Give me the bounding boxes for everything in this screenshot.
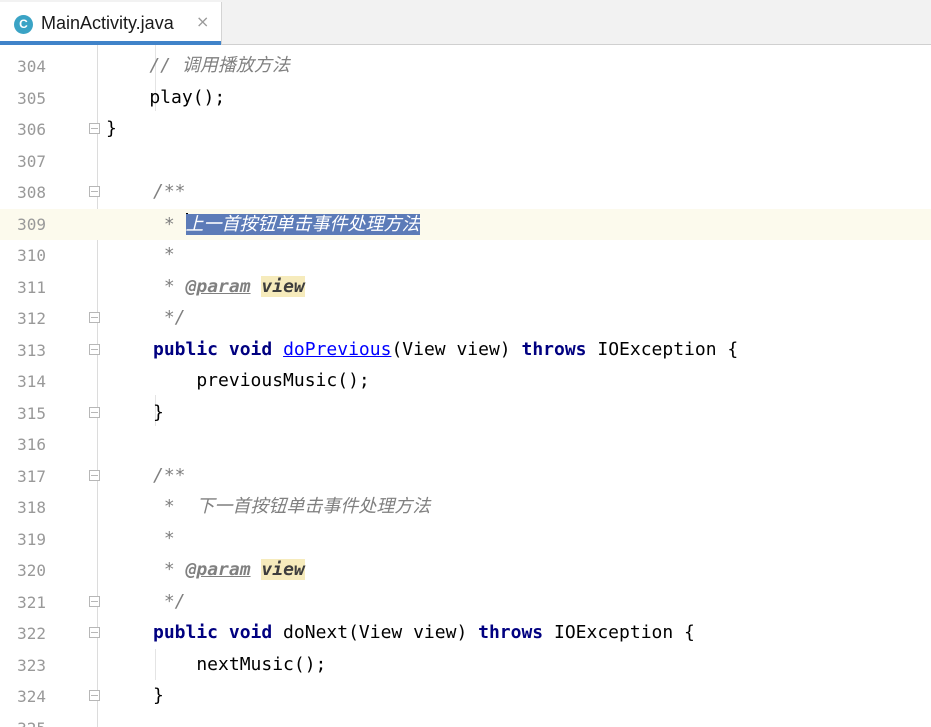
code-line: 322 public void doNext(View view) throws… bbox=[0, 618, 931, 649]
code-text: * bbox=[153, 214, 186, 235]
code-text: } bbox=[153, 685, 164, 706]
code-text: * bbox=[153, 276, 186, 297]
javadoc-tag: @param bbox=[185, 276, 251, 297]
line-number: 317 bbox=[17, 467, 46, 486]
code-line: 310 * bbox=[0, 240, 931, 271]
current-line: 309 * 上一首按钮单击事件处理方法 bbox=[0, 209, 931, 240]
code-line: 313 public void doPrevious(View view) th… bbox=[0, 335, 931, 366]
code-text: doNext(View view) bbox=[272, 622, 479, 643]
fold-start-icon[interactable] bbox=[89, 627, 100, 638]
code-line: 324 } bbox=[0, 681, 931, 712]
tab-label: MainActivity.java bbox=[41, 13, 174, 33]
line-number: 315 bbox=[17, 404, 46, 423]
line-number: 324 bbox=[17, 687, 46, 706]
fold-end-icon[interactable] bbox=[89, 123, 100, 134]
code-line: 316 bbox=[0, 429, 931, 460]
line-number: 314 bbox=[17, 372, 46, 391]
line-number: 312 bbox=[17, 309, 46, 328]
tab-mainactivity[interactable]: C MainActivity.java × bbox=[0, 2, 222, 45]
fold-end-icon[interactable] bbox=[89, 690, 100, 701]
code-line: 317 /** bbox=[0, 461, 931, 492]
line-number: 305 bbox=[17, 89, 46, 108]
fold-start-icon[interactable] bbox=[89, 344, 100, 355]
code-line: 308 /** bbox=[0, 177, 931, 208]
code-line: 321 */ bbox=[0, 587, 931, 618]
code-text: * bbox=[153, 528, 175, 549]
line-number: 309 bbox=[17, 215, 46, 234]
javadoc-param-name: view bbox=[261, 276, 305, 297]
line-number: 319 bbox=[17, 530, 46, 549]
code-text: /** bbox=[153, 181, 186, 202]
code-text: // 调用播放方法 bbox=[106, 55, 290, 76]
code-line: 323 nextMusic(); bbox=[0, 650, 931, 681]
code-text: */ bbox=[153, 307, 186, 328]
code-line: 319 * bbox=[0, 524, 931, 555]
fold-start-icon[interactable] bbox=[89, 470, 100, 481]
keyword: throws bbox=[478, 622, 544, 643]
code-line: 318 * 下一首按钮单击事件处理方法 bbox=[0, 492, 931, 523]
fold-end-icon[interactable] bbox=[89, 407, 100, 418]
code-text: /** bbox=[153, 465, 186, 486]
fold-end-icon[interactable] bbox=[89, 596, 100, 607]
code-line: 311 * @param view bbox=[0, 272, 931, 303]
code-line: 305 play(); bbox=[0, 83, 931, 114]
code-line: 320 * @param view bbox=[0, 555, 931, 586]
line-number: 321 bbox=[17, 593, 46, 612]
code-line: 304 // 调用播放方法 bbox=[0, 51, 931, 82]
line-number: 310 bbox=[17, 246, 46, 265]
javadoc-param-name: view bbox=[261, 559, 305, 580]
keyword: public void bbox=[153, 339, 273, 360]
line-number: 308 bbox=[17, 183, 46, 202]
keyword: throws bbox=[521, 339, 587, 360]
line-number: 325 bbox=[0, 719, 46, 727]
close-icon[interactable]: × bbox=[196, 12, 209, 31]
editor-tab-bar: C MainActivity.java × bbox=[0, 0, 931, 45]
code-text: nextMusic(); bbox=[153, 654, 327, 675]
code-text: } bbox=[106, 118, 117, 139]
code-text: * bbox=[153, 244, 175, 265]
line-number: 307 bbox=[17, 152, 46, 171]
line-number: 316 bbox=[17, 435, 46, 454]
method-name-link[interactable]: doPrevious bbox=[283, 339, 391, 360]
line-number: 313 bbox=[17, 341, 46, 360]
line-number: 306 bbox=[17, 120, 46, 139]
line-number: 320 bbox=[17, 561, 46, 580]
code-line: 306 } bbox=[0, 114, 931, 145]
code-text: play(); bbox=[106, 87, 226, 108]
code-line: 314 previousMusic(); bbox=[0, 366, 931, 397]
code-text: (View view) bbox=[391, 339, 522, 360]
line-number: 323 bbox=[17, 656, 46, 675]
selected-text[interactable]: 上一首按钮单击事件处理方法 bbox=[185, 214, 420, 235]
fold-start-icon[interactable] bbox=[89, 186, 100, 197]
line-number: 311 bbox=[17, 278, 46, 297]
code-text: IOException { bbox=[586, 339, 739, 360]
fold-end-icon[interactable] bbox=[89, 312, 100, 323]
code-text: */ bbox=[153, 591, 186, 612]
line-number: 304 bbox=[17, 57, 46, 76]
code-line: 315 } bbox=[0, 398, 931, 429]
line-number: 318 bbox=[17, 498, 46, 517]
keyword: public void bbox=[153, 622, 273, 643]
code-text: * 下一首按钮单击事件处理方法 bbox=[153, 496, 431, 517]
code-text: IOException { bbox=[543, 622, 695, 643]
code-line: 325 bbox=[0, 713, 931, 727]
code-editor[interactable]: 304 // 调用播放方法 305 play(); 306 } 307 308 … bbox=[0, 45, 931, 727]
code-line: 312 */ bbox=[0, 303, 931, 334]
code-text: } bbox=[153, 402, 164, 423]
code-line: 307 bbox=[0, 146, 931, 177]
code-text: * bbox=[153, 559, 186, 580]
code-text: previousMusic(); bbox=[153, 370, 370, 391]
java-class-icon: C bbox=[14, 15, 33, 34]
line-number: 322 bbox=[17, 624, 46, 643]
javadoc-tag: @param bbox=[185, 559, 251, 580]
